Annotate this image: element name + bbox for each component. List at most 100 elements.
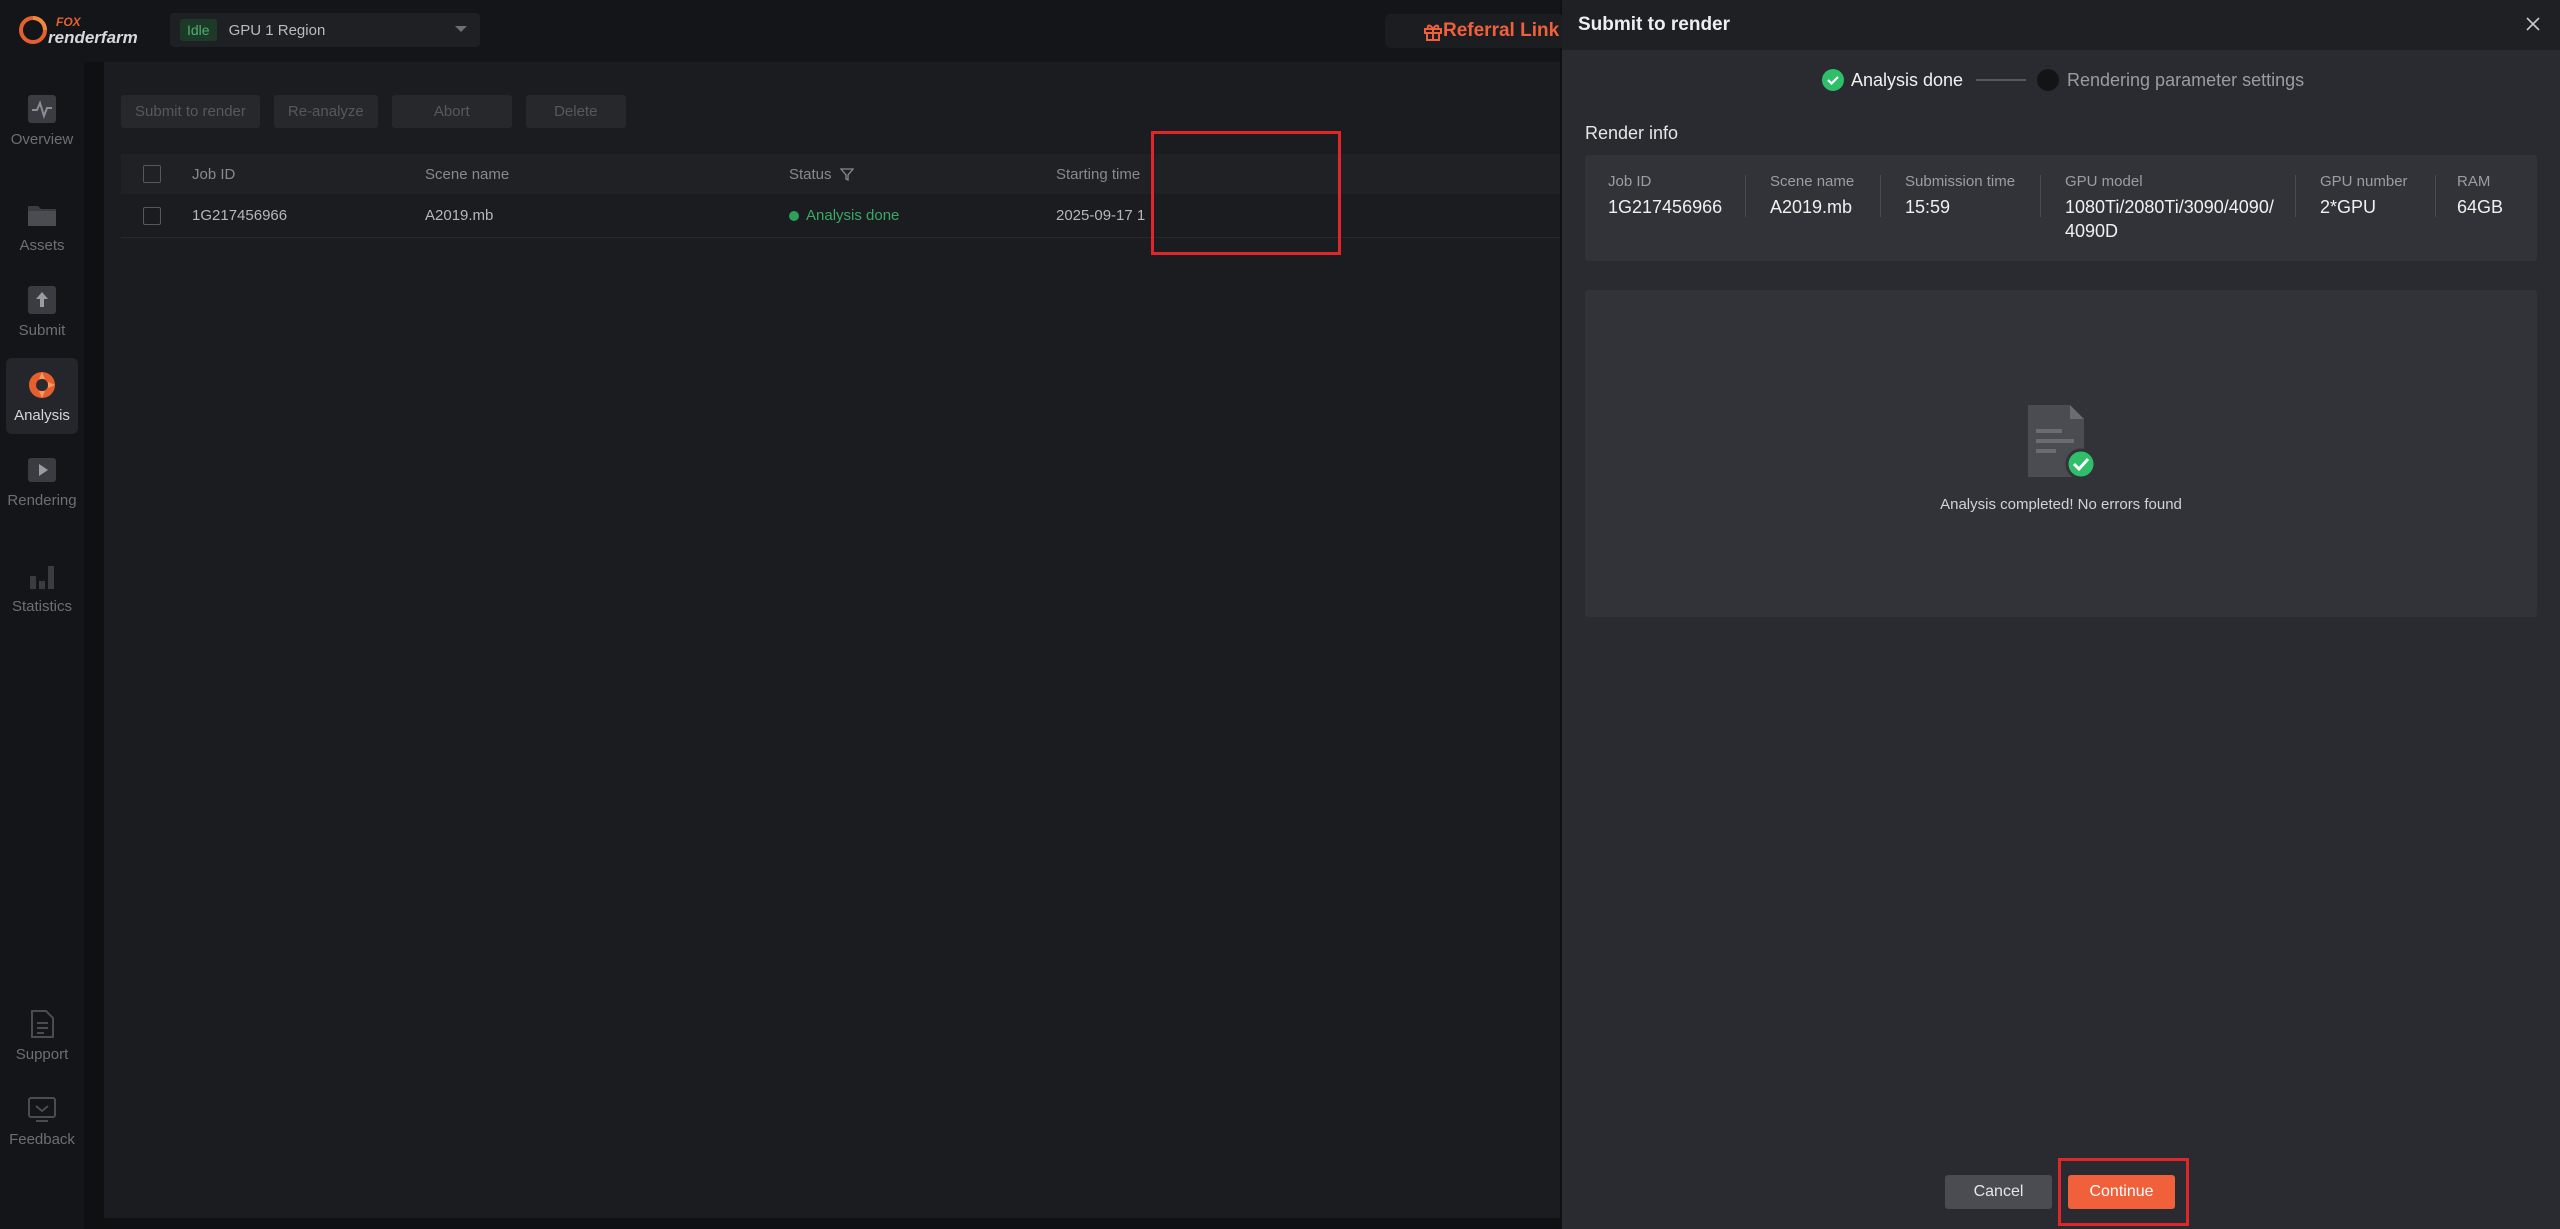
nav-label: Assets <box>19 236 65 254</box>
row-status-label: Analysis done <box>806 207 900 224</box>
select-all-checkbox[interactable] <box>143 165 161 183</box>
re-analyze-button[interactable]: Re-analyze <box>273 95 378 128</box>
nav-label: Analysis <box>14 406 70 424</box>
region-label: GPU 1 Region <box>228 21 326 39</box>
info-separator <box>2295 175 2296 217</box>
stepper: Analysis done Rendering parameter settin… <box>1562 66 2560 94</box>
header-starting-time: Starting time <box>1056 165 1141 183</box>
submit-modal: Submit to render Analysis done Rendering… <box>1562 0 2560 1229</box>
info-value: 2*GPU <box>2320 197 2377 217</box>
info-value: 1080Ti/2080Ti/3090/4090/ <box>2065 197 2274 217</box>
activity-icon <box>28 94 56 123</box>
filter-icon[interactable] <box>839 167 854 181</box>
nav-item-support[interactable]: Support <box>0 997 84 1073</box>
nav-item-rendering[interactable]: Rendering <box>0 443 84 519</box>
nav-item-feedback[interactable]: Feedback <box>0 1082 84 1158</box>
nav-label: Feedback <box>9 1130 75 1148</box>
info-separator <box>1745 175 1746 217</box>
select-all-cell <box>143 154 161 194</box>
close-icon[interactable] <box>2524 15 2542 33</box>
info-gpu-model: GPU model 1080Ti/2080Ti/3090/4090/ 4090D <box>2065 173 2274 243</box>
header-job-id: Job ID <box>192 165 236 183</box>
check-circle-icon <box>1822 69 1844 91</box>
step-connector <box>1976 79 2026 81</box>
info-value-cont: 4090D <box>2065 221 2119 241</box>
modal-header: Submit to render <box>1562 0 2560 50</box>
nav-label: Overview <box>10 130 74 148</box>
row-scene-name: A2019.mb <box>425 207 494 224</box>
info-label: Submission time <box>1905 173 2016 190</box>
info-ram: RAM 64GB <box>2457 173 2503 219</box>
row-status: Analysis done <box>789 194 899 237</box>
referral-link-button[interactable]: Referral Link <box>1385 14 1565 48</box>
row-starting-time: 2025-09-17 1 <box>1056 207 1146 224</box>
analysis-result-card: Analysis completed! No errors found <box>1585 290 2537 617</box>
info-label: GPU number <box>2320 173 2408 190</box>
table-row[interactable]: 1G217456966 A2019.mb Analysis done 2025-… <box>121 194 1560 238</box>
nav-item-analysis[interactable]: Analysis <box>6 358 78 434</box>
info-separator <box>2040 175 2041 217</box>
nav-item-submit[interactable]: Submit <box>0 273 84 349</box>
submit-to-render-button[interactable]: Submit to render <box>121 95 260 128</box>
feedback-icon <box>28 1096 56 1122</box>
nav-item-assets[interactable]: Assets <box>0 188 84 264</box>
logo-bottom-text: renderfarm <box>48 28 138 47</box>
nav-item-overview[interactable]: Overview <box>0 82 84 158</box>
info-value: 15:59 <box>1905 197 1951 217</box>
referral-link-label: Referral Link <box>1443 20 1560 41</box>
info-value: 64GB <box>2457 197 2504 217</box>
app-root: FOX renderfarm Idle GPU 1 Region Referra… <box>0 0 2560 1229</box>
info-gpu-number: GPU number 2*GPU <box>2320 173 2408 219</box>
info-submission-time: Submission time 15:59 <box>1905 173 2015 219</box>
logo-top-text: FOX <box>56 15 82 29</box>
info-value: A2019.mb <box>1770 197 1853 217</box>
step-analysis-done: Analysis done <box>1822 66 1963 94</box>
document-check-icon <box>2028 405 2097 480</box>
render-info-title: Render info <box>1585 123 1679 143</box>
render-info-card: Job ID 1G217456966 Scene name A2019.mb S… <box>1585 155 2537 261</box>
header-scene-name: Scene name <box>425 165 510 183</box>
analysis-icon <box>29 371 55 398</box>
bar-chart-icon <box>30 565 54 589</box>
header-status-label: Status <box>789 165 832 183</box>
step-rendering-parameter-settings: Rendering parameter settings <box>2037 66 2304 94</box>
top-bar: FOX renderfarm Idle GPU 1 Region Referra… <box>0 0 1565 62</box>
gift-icon <box>1424 24 1442 41</box>
step-label: Rendering parameter settings <box>2067 69 2305 90</box>
info-label: RAM <box>2457 173 2491 190</box>
delete-button[interactable]: Delete <box>525 95 626 128</box>
nav-item-statistics[interactable]: Statistics <box>0 549 84 625</box>
nav-label: Statistics <box>11 597 72 615</box>
info-separator <box>2435 175 2436 217</box>
nav-label: Support <box>15 1045 69 1063</box>
info-label: GPU model <box>2065 173 2143 190</box>
job-table: Job ID Scene name Status Starting time 1… <box>121 154 1560 238</box>
main-panel: Submit to render Re-analyze Abort Delete… <box>104 62 1560 1218</box>
row-checkbox[interactable] <box>143 206 161 225</box>
info-job-id: Job ID 1G217456966 <box>1608 173 1722 219</box>
row-job-id: 1G217456966 <box>192 207 288 224</box>
upload-icon <box>28 285 56 314</box>
info-separator <box>1880 175 1881 217</box>
abort-button[interactable]: Abort <box>391 95 512 128</box>
region-select[interactable]: Idle GPU 1 Region <box>170 13 480 47</box>
play-icon <box>28 457 56 482</box>
job-toolbar: Submit to render Re-analyze Abort Delete <box>121 95 626 128</box>
modal-title: Submit to render <box>1578 14 1731 35</box>
status-dot-icon <box>789 210 799 221</box>
step-label: Analysis done <box>1851 69 1964 90</box>
folder-icon <box>28 205 56 226</box>
side-nav: Overview Assets Submit Analysis Renderin… <box>0 62 84 1229</box>
continue-button[interactable]: Continue <box>2068 1175 2175 1209</box>
info-scene-name: Scene name A2019.mb <box>1770 173 1854 219</box>
row-select-cell <box>143 194 161 237</box>
analysis-result-text: Analysis completed! No errors found <box>1940 496 2182 513</box>
document-icon <box>31 1009 54 1038</box>
status-badge: Idle <box>180 19 217 41</box>
cancel-button[interactable]: Cancel <box>1945 1175 2052 1209</box>
nav-label: Rendering <box>7 491 77 509</box>
info-value: 1G217456966 <box>1608 197 1723 217</box>
info-label: Job ID <box>1608 173 1652 190</box>
nav-label: Submit <box>18 321 66 339</box>
header-status: Status <box>789 154 854 194</box>
